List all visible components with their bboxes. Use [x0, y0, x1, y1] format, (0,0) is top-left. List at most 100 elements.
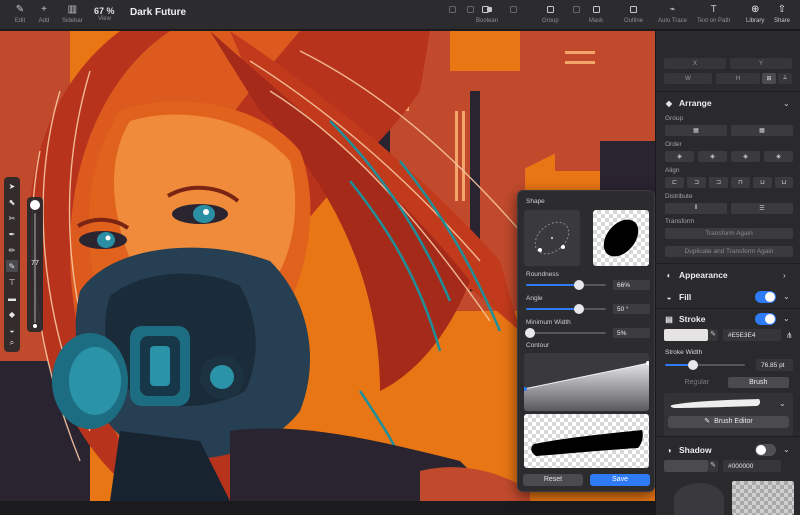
brush-size-track[interactable]	[34, 213, 36, 323]
roundness-value[interactable]: 66%	[613, 280, 650, 290]
text-on-path-button[interactable]: T Text on Path	[697, 3, 730, 25]
ungroup-objects-button[interactable]: ▦	[731, 125, 793, 136]
contour-editor[interactable]	[524, 353, 649, 411]
group-objects-button[interactable]: ▦	[665, 125, 727, 136]
appearance-section-header[interactable]: ◐ Appearance	[664, 270, 728, 280]
style-regular-tab[interactable]: Regular	[666, 377, 728, 388]
fill-toggle[interactable]	[755, 291, 776, 303]
style-brush-tab[interactable]: Brush	[727, 377, 789, 388]
roundness-label: Roundness	[526, 271, 559, 278]
sidebar-button[interactable]: ▥ Sidebar	[62, 3, 83, 25]
x-field[interactable]: X	[664, 58, 726, 69]
align-top-button[interactable]: ⊓	[731, 177, 750, 188]
angle-slider[interactable]: 50 °	[526, 304, 650, 314]
minimum-width-slider[interactable]: 5%	[525, 328, 650, 338]
stroke-options-icon[interactable]: ⋔	[786, 331, 793, 340]
chevron-right-icon[interactable]: ›	[783, 271, 786, 280]
minimum-width-knob[interactable]	[525, 328, 535, 338]
brush-editor-button[interactable]: ✎ Brush Editor	[668, 416, 789, 428]
share-button[interactable]: ⇧ Share	[774, 3, 790, 25]
send-backward-button[interactable]: ◈	[731, 151, 760, 162]
shadow-toggle[interactable]	[755, 444, 776, 456]
align-middle-button[interactable]: ⊔	[753, 177, 772, 188]
reset-button[interactable]: Reset	[523, 474, 583, 486]
angle-label: Angle	[526, 295, 543, 302]
edit-button[interactable]: ✎ Edit	[12, 3, 28, 25]
height-field[interactable]: H	[716, 73, 760, 84]
stroke-hex-field[interactable]: #E5E3E4	[723, 329, 781, 341]
view-button[interactable]: View	[98, 16, 111, 22]
shadow-hex-field[interactable]: #000000	[723, 460, 781, 472]
stroke-toggle[interactable]	[755, 313, 776, 325]
add-button[interactable]: + Add	[36, 3, 52, 25]
group-button[interactable]: Group	[542, 3, 559, 24]
duplicate-transform-button[interactable]: Duplicate and Transform Again	[665, 246, 793, 257]
shadow-color-swatch[interactable]	[664, 460, 708, 472]
brush-size-slider[interactable]: 77	[27, 197, 43, 332]
stroke-width-knob[interactable]	[688, 360, 698, 370]
brush-size-knob[interactable]	[30, 200, 40, 210]
eyedropper-icon[interactable]: ✎	[708, 329, 718, 341]
fill-section-header[interactable]: ◒ Fill	[664, 292, 692, 302]
boolean-button[interactable]: Boolean	[476, 3, 498, 24]
transform-again-button[interactable]: Transform Again	[665, 228, 793, 239]
lock-ratio-button[interactable]: ⊞	[762, 73, 776, 84]
send-to-back-button[interactable]: ◈	[764, 151, 793, 162]
text-on-path-icon: T	[710, 3, 717, 15]
shape-editor[interactable]	[524, 210, 580, 266]
stroke-width-slider[interactable]	[665, 360, 745, 370]
outline-button[interactable]: Outline	[624, 3, 643, 24]
brush-tool-icon[interactable]: ✎	[6, 260, 18, 272]
stroke-color-swatch[interactable]	[664, 329, 708, 341]
angle-knob[interactable]	[573, 304, 584, 314]
contour-graphic	[524, 361, 649, 411]
roundness-knob[interactable]	[573, 280, 584, 290]
chevron-down-icon[interactable]: ⌄	[783, 99, 790, 108]
stroke-section-header[interactable]: ▤ Stroke	[664, 314, 705, 324]
width-field[interactable]: W	[664, 73, 712, 84]
pencil-tool-icon[interactable]: ✏	[6, 244, 18, 256]
auto-trace-button[interactable]: ⌁ Auto Trace	[658, 3, 687, 25]
zoom-tool-icon[interactable]: ⌕	[6, 337, 18, 349]
node-tool-icon[interactable]: ⬉	[6, 196, 18, 208]
select-tool-icon[interactable]: ➤	[6, 180, 18, 192]
brush-editor-icon: ✎	[704, 418, 711, 425]
align-center-button[interactable]: ⊐	[687, 177, 706, 188]
arrange-section-header[interactable]: ◆ Arrange	[664, 98, 712, 108]
stroke-chevron-down-icon[interactable]: ⌄	[783, 314, 790, 323]
y-field[interactable]: Y	[730, 58, 792, 69]
shadow-chevron-down-icon[interactable]: ⌄	[783, 445, 790, 454]
paint-bucket-icon[interactable]: ◒	[6, 324, 18, 336]
union-button[interactable]	[505, 3, 521, 15]
roundness-slider[interactable]: 66%	[526, 280, 650, 290]
shadow-section-header[interactable]: ◑ Shadow	[664, 445, 712, 455]
text-tool-icon[interactable]: ⊤	[6, 276, 18, 288]
scissors-tool-icon[interactable]: ✂	[6, 212, 18, 224]
align-tool-button[interactable]	[444, 3, 460, 15]
ungroup-button[interactable]	[568, 3, 584, 15]
minimum-width-value[interactable]: 5%	[613, 328, 650, 338]
distribute-horizontal-icon: ⫴	[694, 205, 698, 211]
bring-to-front-button[interactable]: ◈	[665, 151, 694, 162]
distribute-vertical-button[interactable]: ☰	[731, 203, 793, 214]
stroke-width-value[interactable]: 76.85 pt	[756, 359, 793, 371]
fill-chevron-down-icon[interactable]: ⌄	[783, 292, 790, 301]
shape-tool-icon[interactable]: ◆	[6, 308, 18, 320]
bring-forward-button[interactable]: ◈	[698, 151, 727, 162]
distribute-horizontal-button[interactable]: ⫴	[665, 203, 727, 214]
flip-button[interactable]: ⟂	[778, 73, 792, 84]
pen-tool-icon[interactable]: ✒	[6, 228, 18, 240]
zoom-level[interactable]: 67 %	[94, 6, 115, 16]
shadow-preview	[732, 481, 794, 515]
align-left-button[interactable]: ⊏	[665, 177, 684, 188]
shadow-angle-dial[interactable]	[674, 483, 724, 515]
save-button[interactable]: Save	[590, 474, 650, 486]
align-right-button[interactable]: ⊐	[709, 177, 728, 188]
library-button[interactable]: ⊕ Library	[746, 3, 764, 25]
rectangle-tool-icon[interactable]: ▬	[6, 292, 18, 304]
angle-value[interactable]: 50 °	[613, 304, 650, 314]
brush-selector[interactable]: ⌄	[664, 393, 793, 436]
align-bottom-button[interactable]: ⊔	[775, 177, 793, 188]
mask-button[interactable]: Mask	[588, 3, 604, 24]
shadow-eyedropper-icon[interactable]: ✎	[708, 460, 718, 472]
